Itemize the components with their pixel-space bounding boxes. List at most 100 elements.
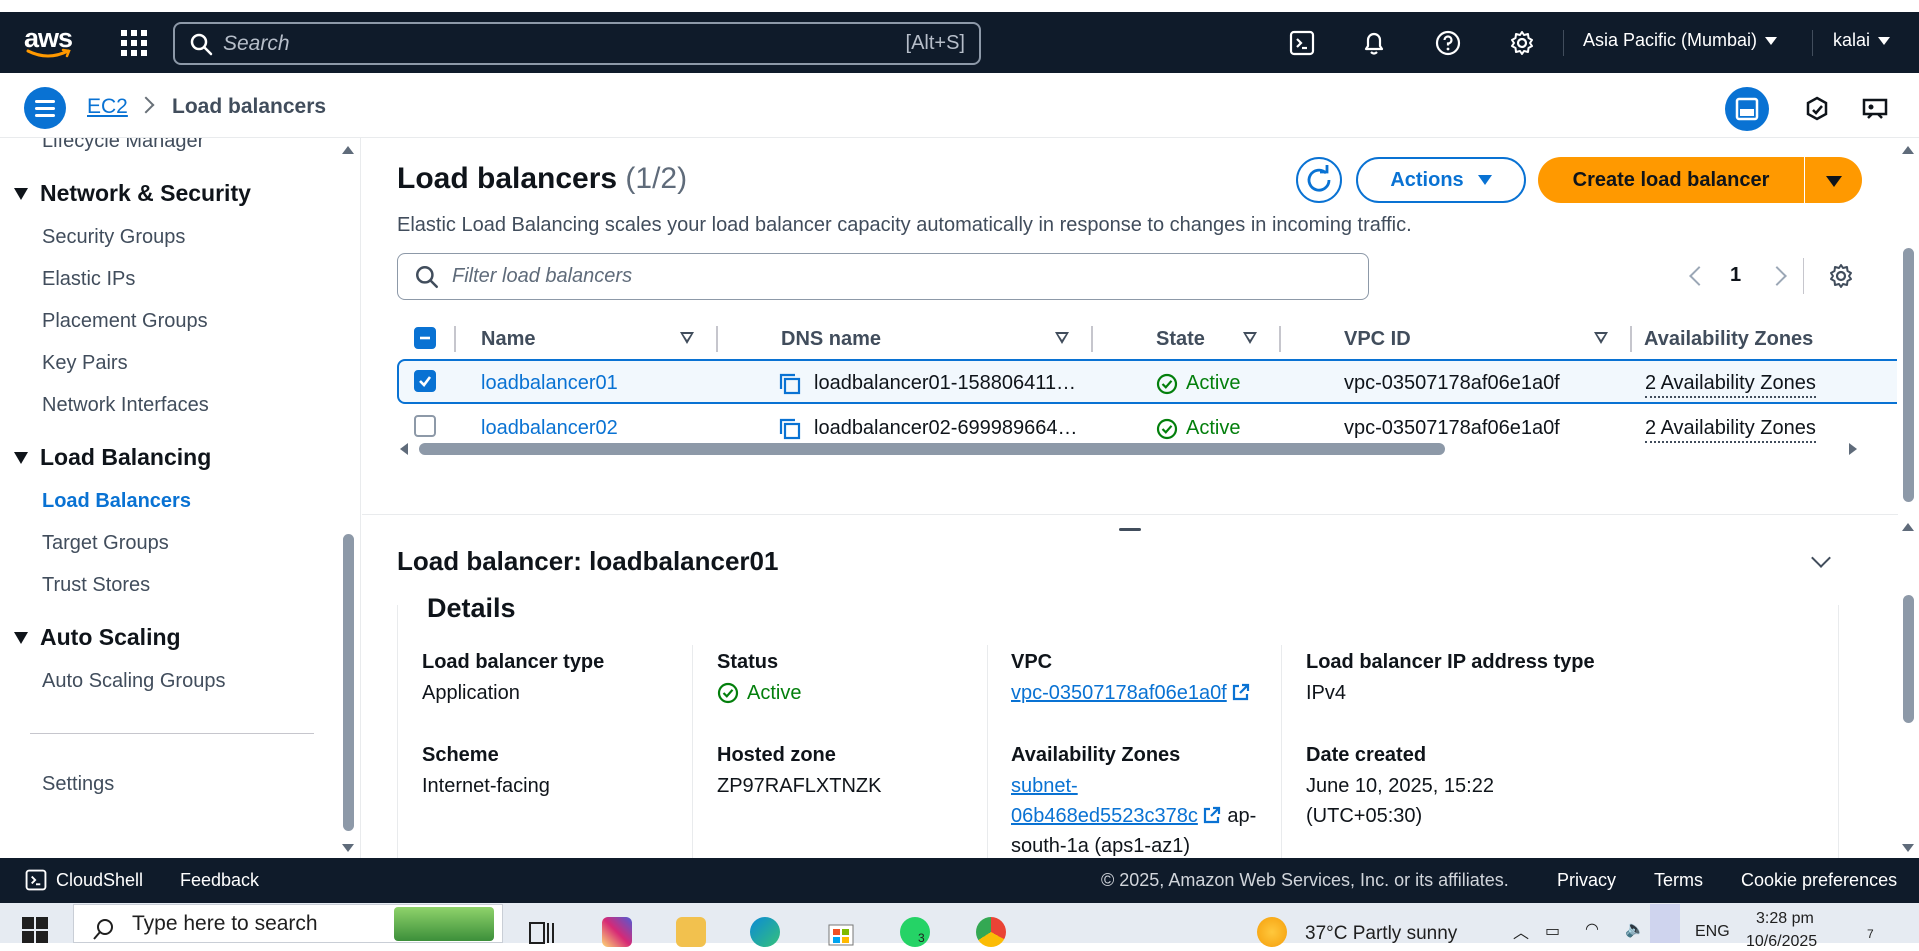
scrollbar-thumb[interactable]: [343, 534, 354, 831]
filter-box[interactable]: [397, 253, 1369, 300]
list-pane-scrollbar[interactable]: [1898, 138, 1919, 514]
sidebar-section-network-security[interactable]: Network & Security: [14, 180, 251, 207]
sidebar-item-security-groups[interactable]: Security Groups: [42, 226, 185, 249]
scroll-down-arrow-icon[interactable]: [1902, 844, 1914, 852]
sidebar-item-network-interfaces[interactable]: Network Interfaces: [42, 394, 209, 417]
pen-icon[interactable]: [1650, 904, 1680, 943]
field-value: ZP97RAFLXTNZK: [717, 775, 882, 797]
sort-icon[interactable]: [1594, 332, 1608, 344]
tray-overflow-icon[interactable]: ︿: [1513, 919, 1529, 943]
sidebar-item-load-balancers[interactable]: Load Balancers: [42, 490, 191, 513]
table-horizontal-scrollbar[interactable]: [397, 438, 1857, 460]
sidebar-item-elastic-ips[interactable]: Elastic IPs: [42, 268, 135, 291]
region-selector[interactable]: Asia Pacific (Mumbai): [1583, 30, 1778, 51]
settings-gear-icon[interactable]: [1508, 29, 1536, 57]
column-header-dns[interactable]: DNS name: [781, 328, 881, 351]
feedback-link[interactable]: Feedback: [180, 870, 259, 891]
scrollbar-thumb[interactable]: [1903, 595, 1914, 723]
wifi-icon[interactable]: ◠: [1585, 919, 1599, 939]
cloudshell-icon[interactable]: [1288, 29, 1316, 57]
scroll-down-arrow-icon[interactable]: [342, 844, 354, 852]
row-checkbox[interactable]: [414, 415, 436, 437]
table-preferences-gear-icon[interactable]: [1827, 262, 1855, 290]
account-menu[interactable]: kalai: [1833, 30, 1891, 51]
column-divider: [987, 645, 988, 858]
volume-icon[interactable]: 🔈: [1625, 919, 1645, 939]
load-balancer-name-link[interactable]: loadbalancer02: [481, 417, 618, 440]
sort-icon[interactable]: [680, 332, 694, 344]
sidebar-item-auto-scaling-groups[interactable]: Auto Scaling Groups: [42, 670, 225, 693]
collapse-chevron-icon[interactable]: [1811, 548, 1831, 568]
notifications-bell-icon[interactable]: [1360, 29, 1388, 57]
scrollbar-thumb[interactable]: [1903, 248, 1914, 502]
external-link-icon[interactable]: [1231, 682, 1251, 702]
next-page-icon[interactable]: [1767, 266, 1787, 286]
cloudshell-button[interactable]: CloudShell: [24, 868, 143, 892]
copy-icon[interactable]: [779, 418, 801, 440]
clock-time[interactable]: 3:28 pm: [1756, 910, 1814, 928]
availability-zones[interactable]: 2 Availability Zones: [1645, 372, 1816, 398]
sidebar-item-target-groups[interactable]: Target Groups: [42, 532, 169, 555]
column-header-vpc[interactable]: VPC ID: [1344, 328, 1411, 351]
scroll-up-arrow-icon[interactable]: [1902, 146, 1914, 154]
privacy-link[interactable]: Privacy: [1557, 870, 1616, 891]
previous-page-icon[interactable]: [1689, 266, 1709, 286]
feature-hexagon-button[interactable]: [1795, 87, 1839, 131]
scroll-right-arrow-icon[interactable]: [1849, 443, 1857, 455]
external-link-icon[interactable]: [1202, 805, 1222, 825]
sidebar-item-settings[interactable]: Settings: [42, 773, 114, 796]
battery-icon[interactable]: ▭: [1545, 921, 1560, 941]
language-indicator[interactable]: ENG: [1695, 923, 1730, 941]
details-scrollbar[interactable]: [1898, 515, 1919, 858]
split-panel-toggle-button[interactable]: [1725, 87, 1769, 131]
tutorial-panel-button[interactable]: [1853, 87, 1897, 131]
dns-name: loadbalancer01-158806411…: [814, 372, 1077, 394]
vpc-link[interactable]: vpc-03507178af06e1a0f: [1011, 682, 1227, 704]
windows-start-icon[interactable]: [22, 917, 48, 943]
scrollbar-thumb[interactable]: [419, 443, 1445, 455]
aws-logo[interactable]: aws: [24, 25, 74, 60]
sort-icon[interactable]: [1055, 332, 1069, 344]
scroll-up-arrow-icon[interactable]: [1902, 523, 1914, 531]
sidebar-section-auto-scaling[interactable]: Auto Scaling: [14, 624, 181, 651]
table-row[interactable]: loadbalancer01 loadbalancer01-158806411……: [397, 359, 1897, 404]
column-header-az[interactable]: Availability Zones: [1644, 328, 1813, 351]
clock-date[interactable]: 10/6/2025: [1746, 933, 1817, 951]
sort-icon[interactable]: [1243, 332, 1257, 344]
help-icon[interactable]: [1434, 29, 1462, 57]
column-header-state[interactable]: State: [1156, 328, 1205, 351]
sidebar-item-key-pairs[interactable]: Key Pairs: [42, 352, 128, 375]
create-load-balancer-button[interactable]: Create load balancer: [1538, 157, 1804, 203]
load-balancer-name-link[interactable]: loadbalancer01: [481, 372, 618, 395]
search-input[interactable]: [223, 31, 863, 56]
sidebar-section-load-balancing[interactable]: Load Balancing: [14, 444, 211, 471]
terms-link[interactable]: Terms: [1654, 870, 1703, 891]
create-options-dropdown-button[interactable]: [1805, 157, 1862, 203]
taskbar-search-box[interactable]: Type here to search: [73, 904, 503, 943]
column-divider: [1279, 326, 1281, 352]
refresh-button[interactable]: [1296, 157, 1342, 203]
notification-center-icon[interactable]: 7: [1857, 917, 1883, 943]
subnet-link-line2[interactable]: 06b468ed5523c378c: [1011, 805, 1198, 827]
sidebar-scrollbar[interactable]: [338, 138, 360, 858]
cookie-preferences-link[interactable]: Cookie preferences: [1741, 870, 1897, 891]
sidebar-item-placement-groups[interactable]: Placement Groups: [42, 310, 208, 333]
global-search[interactable]: [Alt+S]: [173, 22, 981, 65]
column-header-name[interactable]: Name: [481, 328, 535, 351]
scroll-up-arrow-icon[interactable]: [342, 146, 354, 154]
copy-icon[interactable]: [779, 373, 801, 395]
row-checkbox[interactable]: [414, 370, 436, 392]
services-grid-icon[interactable]: [120, 29, 148, 57]
scroll-left-arrow-icon[interactable]: [400, 443, 408, 455]
filter-input[interactable]: [452, 265, 1332, 288]
split-panel-drag-handle[interactable]: [1119, 528, 1141, 531]
actions-dropdown-button[interactable]: Actions: [1356, 157, 1526, 203]
sidebar-item-trust-stores[interactable]: Trust Stores: [42, 574, 150, 597]
weather-text[interactable]: 37°C Partly sunny: [1305, 923, 1457, 945]
breadcrumb-ec2[interactable]: EC2: [87, 95, 128, 119]
select-all-checkbox[interactable]: [414, 327, 436, 349]
subnet-link-line1[interactable]: subnet-: [1011, 771, 1078, 801]
side-nav-toggle-button[interactable]: [24, 87, 66, 129]
sidebar-item-lifecycle-manager[interactable]: Lifecycle Manager: [42, 138, 204, 153]
current-page[interactable]: 1: [1730, 264, 1741, 287]
